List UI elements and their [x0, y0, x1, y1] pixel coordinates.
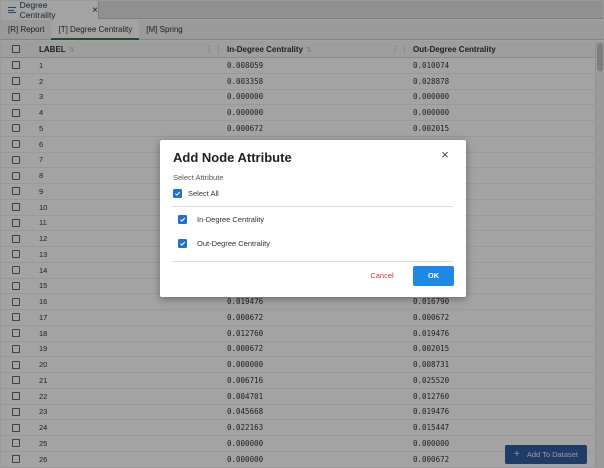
- divider: [172, 261, 453, 262]
- dialog-subtitle: Select Attribute: [173, 173, 224, 182]
- ok-button[interactable]: OK: [413, 266, 454, 286]
- select-all-label: Select All: [188, 189, 219, 198]
- option-in-degree-centrality[interactable]: In-Degree Centrality: [178, 215, 264, 224]
- select-all-checkbox[interactable]: [173, 189, 182, 198]
- select-all-option[interactable]: Select All: [173, 189, 219, 198]
- cancel-button[interactable]: Cancel: [359, 268, 405, 284]
- out-degree-checkbox[interactable]: [178, 239, 187, 248]
- in-degree-checkbox[interactable]: [178, 215, 187, 224]
- option-label: Out-Degree Centrality: [197, 239, 270, 248]
- option-label: In-Degree Centrality: [197, 215, 265, 224]
- add-node-attribute-dialog: Add Node Attribute × Select Attribute Se…: [160, 140, 466, 297]
- option-out-degree-centrality[interactable]: Out-Degree Centrality: [178, 239, 270, 248]
- app-window: Degree Centrality × [R] Report [T] Degre…: [0, 0, 604, 468]
- divider: [172, 206, 453, 207]
- dialog-title: Add Node Attribute: [173, 150, 292, 165]
- close-icon[interactable]: ×: [439, 148, 451, 161]
